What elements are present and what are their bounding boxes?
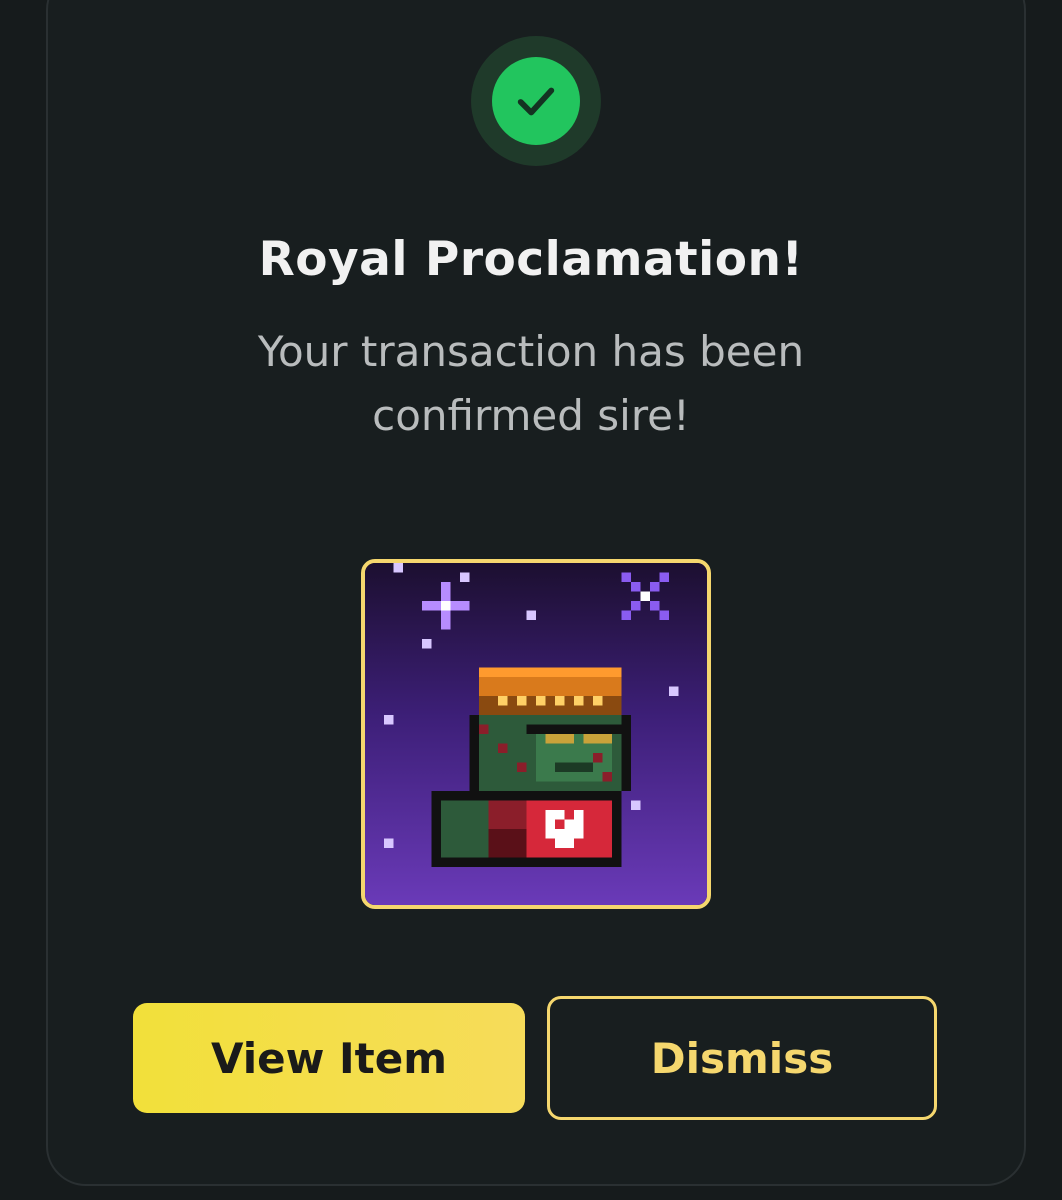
- message-line-1: Your transaction has been: [257, 327, 805, 376]
- dismiss-button[interactable]: Dismiss: [547, 996, 937, 1120]
- page: Royal Proclamation! Your transaction has…: [0, 0, 1062, 1200]
- modal-message: Your transaction has been confirmed sire…: [231, 320, 831, 448]
- nft-pixel-art: [365, 563, 707, 905]
- message-line-2: confirmed sire!: [372, 391, 690, 440]
- modal-title: Royal Proclamation!: [258, 232, 804, 287]
- success-dot: [492, 57, 580, 145]
- view-item-button[interactable]: View Item: [133, 1003, 525, 1113]
- success-badge: [471, 36, 601, 166]
- check-icon: [517, 87, 555, 116]
- nft-thumbnail: [361, 559, 711, 909]
